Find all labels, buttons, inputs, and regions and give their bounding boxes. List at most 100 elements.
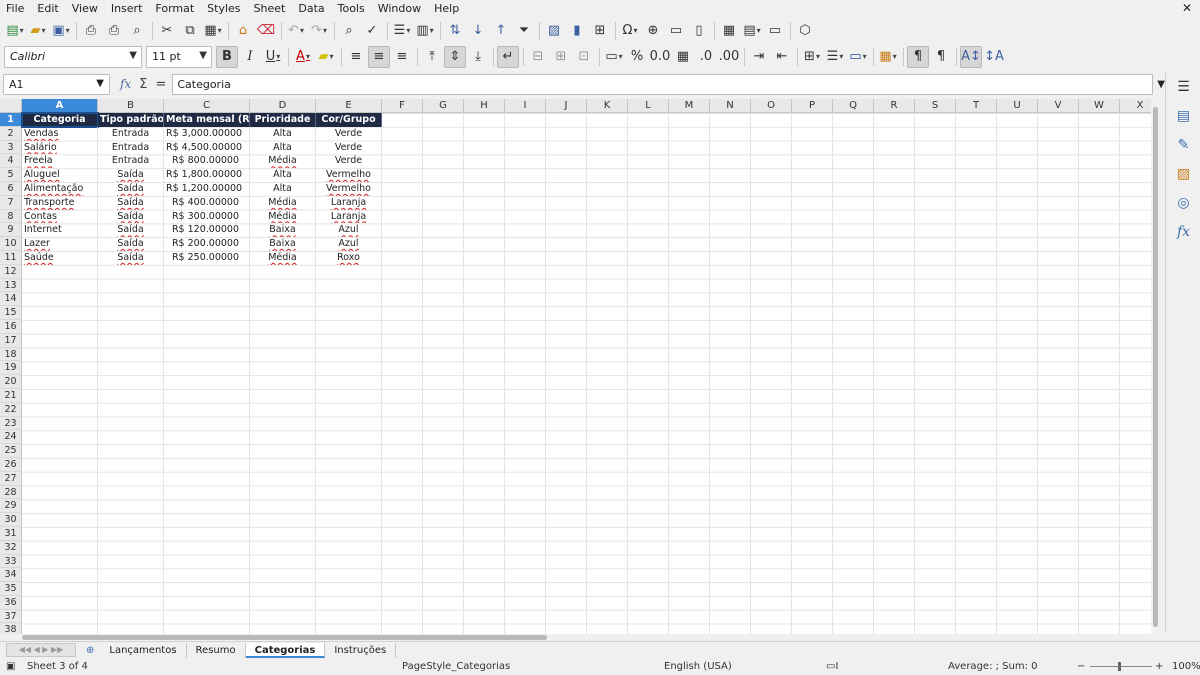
table-cell[interactable]: Freela <box>22 154 98 169</box>
table-cell[interactable]: Vermelho <box>316 182 382 196</box>
column-header-d[interactable]: D <box>250 99 316 113</box>
column-header-n[interactable]: N <box>710 99 751 113</box>
chevron-down-icon[interactable]: ▼ <box>129 50 137 61</box>
table-cell[interactable]: Verde <box>316 140 382 155</box>
table-cell[interactable]: R$ 250.00000 <box>164 251 250 265</box>
select-all-corner[interactable] <box>0 99 22 113</box>
column-header-p[interactable]: P <box>792 99 833 113</box>
column-header-r[interactable]: R <box>874 99 915 113</box>
table-cell[interactable]: R$ 800.00000 <box>164 154 250 169</box>
chevron-down-icon[interactable]: ▼ <box>199 50 207 61</box>
row-header[interactable]: 13 <box>0 278 22 293</box>
clone-formatting-icon[interactable]: ⌂ <box>232 20 254 42</box>
table-cell[interactable]: Internet <box>22 223 98 238</box>
row-header[interactable]: 37 <box>0 609 22 624</box>
table-cell[interactable]: Saúde <box>22 251 98 265</box>
align-top-icon[interactable]: ⤒ <box>421 46 443 68</box>
table-cell[interactable]: Média <box>250 154 316 169</box>
spelling-icon[interactable]: ✓ <box>361 20 383 42</box>
font-size-box[interactable]: 11 pt ▼ <box>146 45 212 68</box>
bold-icon[interactable]: B <box>216 45 238 68</box>
show-draw-functions-icon[interactable]: ⬡ <box>794 20 816 42</box>
save-icon[interactable]: ▣ <box>50 20 72 42</box>
column-header-b[interactable]: B <box>98 99 164 113</box>
styles-icon[interactable]: ✎ <box>1166 130 1200 159</box>
cut-icon[interactable]: ✂ <box>156 20 178 42</box>
row-header[interactable]: 9 <box>0 223 22 238</box>
row-header[interactable]: 11 <box>0 250 22 265</box>
table-cell[interactable]: Vendas <box>22 126 98 141</box>
row-header[interactable]: 10 <box>0 237 22 251</box>
zoom-slider[interactable] <box>1090 666 1152 667</box>
row-header[interactable]: 14 <box>0 292 22 307</box>
row-header[interactable]: 12 <box>0 264 22 279</box>
row-header[interactable]: 17 <box>0 333 22 348</box>
align-bottom-icon[interactable]: ⤓ <box>467 46 489 68</box>
row-header[interactable]: 31 <box>0 526 22 541</box>
row-header[interactable]: 34 <box>0 568 22 583</box>
row-header[interactable]: 19 <box>0 361 22 376</box>
table-cell[interactable]: Roxo <box>316 251 382 265</box>
sort-descending-icon[interactable]: ↑ <box>490 20 512 42</box>
pivot-table-icon[interactable]: ⊞ <box>589 20 611 42</box>
formula-equals-icon[interactable]: = <box>155 77 166 92</box>
export-pdf-icon[interactable]: ⎙ <box>80 20 102 42</box>
table-cell[interactable]: Azul <box>316 237 382 251</box>
row-header[interactable]: 38 <box>0 623 22 634</box>
row-header[interactable]: 22 <box>0 402 22 417</box>
paste-icon[interactable]: ▦ <box>202 20 224 42</box>
close-document-icon[interactable]: ✕ <box>1182 1 1192 15</box>
sheet-tab[interactable]: Lançamentos <box>100 642 187 658</box>
date-format-icon[interactable]: ▦ <box>672 46 694 68</box>
new-document-icon[interactable]: ▤ <box>4 20 26 42</box>
column-header-t[interactable]: T <box>956 99 997 113</box>
table-cell[interactable]: R$ 3,000.00000 <box>164 126 250 141</box>
decrease-indent-icon[interactable]: ⇤ <box>771 46 793 68</box>
row-header[interactable]: 6 <box>0 181 22 196</box>
menu-insert[interactable]: Insert <box>105 2 150 15</box>
horizontal-scrollbar[interactable] <box>0 634 1160 641</box>
row-header[interactable]: 20 <box>0 375 22 389</box>
row-header[interactable]: 30 <box>0 513 22 527</box>
column-header-c[interactable]: C <box>164 99 250 113</box>
undo-icon[interactable]: ↶ <box>285 20 307 42</box>
increase-indent-icon[interactable]: ⇥ <box>748 46 770 68</box>
font-name-box[interactable]: Calibri ▼ <box>4 45 142 68</box>
define-print-area-icon[interactable]: ▦ <box>718 20 740 42</box>
table-cell[interactable]: Transporte <box>22 195 98 210</box>
menu-help[interactable]: Help <box>428 2 466 15</box>
copy-icon[interactable]: ⧉ <box>179 20 201 42</box>
print-icon[interactable]: ⎙ <box>103 20 125 42</box>
column-header-s[interactable]: S <box>915 99 956 113</box>
table-cell[interactable]: Média <box>250 209 316 224</box>
column-header-l[interactable]: L <box>628 99 669 113</box>
table-cell[interactable]: Verde <box>316 126 382 141</box>
spreadsheet-grid[interactable]: ABCDEFGHIJKLMNOPQRSTUVWX 1 2 3 4 5 6 7 8 9 10 11 12… <box>0 99 1160 634</box>
menu-window[interactable]: Window <box>372 2 428 15</box>
zoom-out-icon[interactable]: − <box>1077 661 1085 672</box>
right-to-left-icon[interactable]: ¶ <box>930 46 952 68</box>
sheet-tab[interactable]: Categorias <box>245 642 326 658</box>
left-to-right-icon[interactable]: ¶ <box>907 45 929 68</box>
column-header-u[interactable]: U <box>997 99 1038 113</box>
table-cell[interactable]: Alta <box>250 126 316 141</box>
redo-icon[interactable]: ↷ <box>308 20 330 42</box>
gallery-icon[interactable]: ▨ <box>1166 159 1200 188</box>
align-right-icon[interactable]: ≡ <box>391 46 413 68</box>
currency-format-icon[interactable]: ▭ <box>603 46 625 68</box>
header-cell[interactable]: Prioridade <box>250 113 316 127</box>
row-header[interactable]: 1 <box>0 113 22 127</box>
merge-cells-icon[interactable]: ⊞ <box>550 46 572 68</box>
freeze-rows-columns-icon[interactable]: ▤ <box>741 20 763 42</box>
header-footer-icon[interactable]: ▯ <box>688 20 710 42</box>
row-header[interactable]: 16 <box>0 319 22 334</box>
row-header[interactable]: 2 <box>0 126 22 141</box>
print-preview-icon[interactable]: ⌕ <box>126 20 148 42</box>
row-header[interactable]: 33 <box>0 554 22 569</box>
table-cell[interactable]: Vermelho <box>316 168 382 182</box>
column-header-g[interactable]: G <box>423 99 464 113</box>
table-cell[interactable]: R$ 120.00000 <box>164 223 250 238</box>
column-header-m[interactable]: M <box>669 99 710 113</box>
special-character-icon[interactable]: Ω <box>619 20 641 42</box>
wrap-text-icon[interactable]: ↵ <box>497 45 519 68</box>
